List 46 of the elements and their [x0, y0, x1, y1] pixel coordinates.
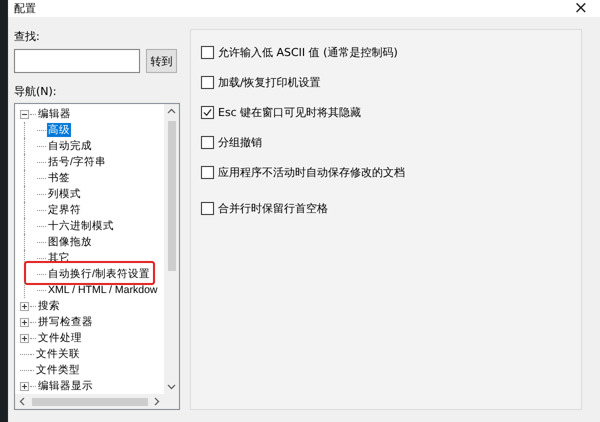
checkbox[interactable]	[201, 46, 214, 58]
checkbox[interactable]	[201, 76, 214, 88]
tree-item[interactable]: 自动换行/制表符设置	[47, 267, 151, 281]
checkbox[interactable]	[201, 202, 214, 214]
tree-item[interactable]: 高级	[47, 123, 71, 137]
window-title: 配置	[14, 1, 36, 16]
checkbox-label: Esc 键在窗口可见时将其隐藏	[218, 104, 362, 120]
scroll-left-icon[interactable]	[18, 397, 27, 406]
checkbox[interactable]	[201, 166, 214, 178]
checkbox-label: 合并行时保留行首空格	[218, 200, 328, 216]
tree-item[interactable]: 括号/字符串	[47, 155, 107, 169]
tree-item[interactable]: 编辑器显示	[37, 379, 94, 393]
expand-icon[interactable]	[20, 318, 29, 326]
go-button[interactable]: 转到	[146, 49, 177, 73]
scroll-right-icon[interactable]	[152, 397, 161, 406]
vertical-scrollbar[interactable]	[164, 104, 179, 394]
expand-icon[interactable]	[20, 382, 29, 390]
tree-item[interactable]: 文件关联	[35, 347, 81, 361]
navigation-label: 导航(N):	[14, 84, 58, 99]
expand-icon[interactable]	[20, 334, 29, 342]
tree-item[interactable]: 拼写检查器	[37, 315, 94, 329]
expand-icon[interactable]	[20, 302, 29, 310]
checkbox-label: 应用程序不活动时自动保存修改的文档	[218, 164, 405, 180]
tree-item[interactable]: 定界符	[47, 203, 82, 217]
checkbox-label: 加载/恢复打印机设置	[218, 74, 321, 90]
tree-item[interactable]: 图像拖放	[47, 235, 93, 249]
horizontal-scrollbar[interactable]	[15, 394, 164, 409]
checkbox-label: 分组撤销	[218, 134, 262, 150]
tree-item[interactable]: XML / HTML / Markdow	[47, 283, 158, 297]
checkbox[interactable]	[201, 136, 214, 148]
collapse-icon[interactable]	[20, 110, 29, 118]
tree-item[interactable]: 十六进制模式	[47, 219, 115, 233]
tree-item[interactable]: 文件类型	[35, 363, 81, 377]
search-field[interactable]	[14, 49, 140, 73]
close-button[interactable]: ×	[574, 0, 588, 17]
tree-item[interactable]: 文件处理	[37, 331, 83, 345]
tree-item[interactable]: 书签	[47, 171, 71, 185]
checkbox-label: 允许输入低 ASCII 值 (通常是控制码)	[218, 44, 398, 60]
checkbox[interactable]	[201, 106, 214, 118]
scroll-up-icon[interactable]	[167, 107, 176, 116]
tree-item[interactable]: 编辑器	[37, 107, 72, 121]
search-label: 查找:	[14, 29, 41, 44]
scroll-down-icon[interactable]	[167, 382, 176, 391]
tree-item[interactable]: 自动完成	[47, 139, 93, 153]
tree-item[interactable]: 搜索	[37, 299, 61, 313]
tree-item[interactable]: 列模式	[47, 187, 82, 201]
